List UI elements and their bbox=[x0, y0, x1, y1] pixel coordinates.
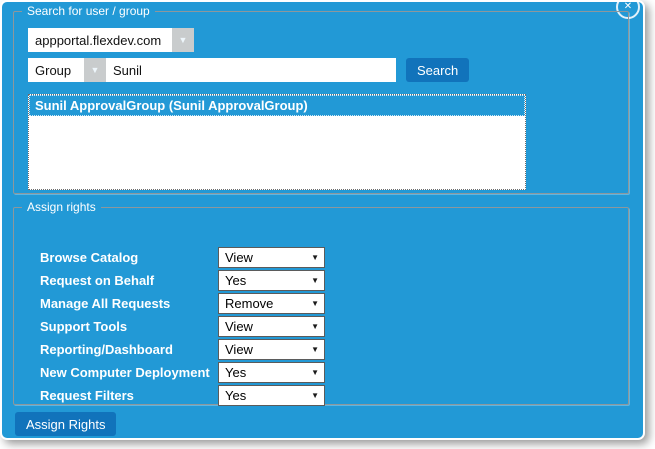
rights-section-legend: Assign rights bbox=[22, 200, 101, 214]
search-results-listbox: Sunil ApprovalGroup (Sunil ApprovalGroup… bbox=[28, 94, 526, 190]
search-input[interactable] bbox=[106, 58, 396, 82]
select-value: View bbox=[225, 342, 253, 357]
chevron-down-icon: ▼ bbox=[84, 58, 106, 82]
rights-row: Browse Catalog View ▼ bbox=[40, 247, 138, 268]
rights-row-label: Support Tools bbox=[40, 319, 127, 334]
chevron-down-icon: ▼ bbox=[172, 28, 194, 52]
select-value: View bbox=[225, 250, 253, 265]
select-arrow-icon: ▼ bbox=[311, 369, 319, 377]
request-filters-select[interactable]: Yes ▼ bbox=[218, 385, 325, 406]
new-computer-deployment-select[interactable]: Yes ▼ bbox=[218, 362, 325, 383]
select-value: Remove bbox=[225, 296, 273, 311]
request-on-behalf-select[interactable]: Yes ▼ bbox=[218, 270, 325, 291]
search-user-group-section: Search for user / group appportal.flexde… bbox=[13, 4, 629, 194]
select-value: Yes bbox=[225, 365, 246, 380]
rights-row-label: Manage All Requests bbox=[40, 296, 170, 311]
rights-row: Request Filters Yes ▼ bbox=[40, 385, 134, 406]
domain-dropdown-value: appportal.flexdev.com bbox=[28, 28, 172, 52]
select-arrow-icon: ▼ bbox=[311, 392, 319, 400]
select-arrow-icon: ▼ bbox=[311, 323, 319, 331]
rights-row: Manage All Requests Remove ▼ bbox=[40, 293, 170, 314]
select-value: Yes bbox=[225, 388, 246, 403]
search-type-dropdown[interactable]: Group ▼ bbox=[28, 58, 106, 82]
browse-catalog-select[interactable]: View ▼ bbox=[218, 247, 325, 268]
rights-row: Support Tools View ▼ bbox=[40, 316, 127, 337]
select-arrow-icon: ▼ bbox=[311, 254, 319, 262]
rights-row: Request on Behalf Yes ▼ bbox=[40, 270, 154, 291]
select-arrow-icon: ▼ bbox=[311, 300, 319, 308]
search-type-dropdown-value: Group bbox=[28, 58, 84, 82]
rights-row-label: Request on Behalf bbox=[40, 273, 154, 288]
support-tools-select[interactable]: View ▼ bbox=[218, 316, 325, 337]
assign-rights-button[interactable]: Assign Rights bbox=[15, 412, 116, 436]
rights-row-label: Request Filters bbox=[40, 388, 134, 403]
select-value: View bbox=[225, 319, 253, 334]
manage-all-requests-select[interactable]: Remove ▼ bbox=[218, 293, 325, 314]
select-arrow-icon: ▼ bbox=[311, 277, 319, 285]
assign-rights-dialog: ✕ Search for user / group appportal.flex… bbox=[0, 0, 645, 440]
rights-row-label: Reporting/Dashboard bbox=[40, 342, 173, 357]
search-button[interactable]: Search bbox=[406, 58, 469, 82]
reporting-dashboard-select[interactable]: View ▼ bbox=[218, 339, 325, 360]
select-value: Yes bbox=[225, 273, 246, 288]
search-section-legend: Search for user / group bbox=[22, 4, 155, 18]
domain-dropdown[interactable]: appportal.flexdev.com ▼ bbox=[28, 28, 194, 52]
list-item[interactable]: Sunil ApprovalGroup (Sunil ApprovalGroup… bbox=[29, 95, 525, 116]
rights-row-label: New Computer Deployment bbox=[40, 365, 210, 380]
assign-rights-section: Assign rights Browse Catalog View ▼ Requ… bbox=[13, 200, 629, 405]
rights-row-label: Browse Catalog bbox=[40, 250, 138, 265]
rights-row: Reporting/Dashboard View ▼ bbox=[40, 339, 173, 360]
rights-row: New Computer Deployment Yes ▼ bbox=[40, 362, 210, 383]
select-arrow-icon: ▼ bbox=[311, 346, 319, 354]
